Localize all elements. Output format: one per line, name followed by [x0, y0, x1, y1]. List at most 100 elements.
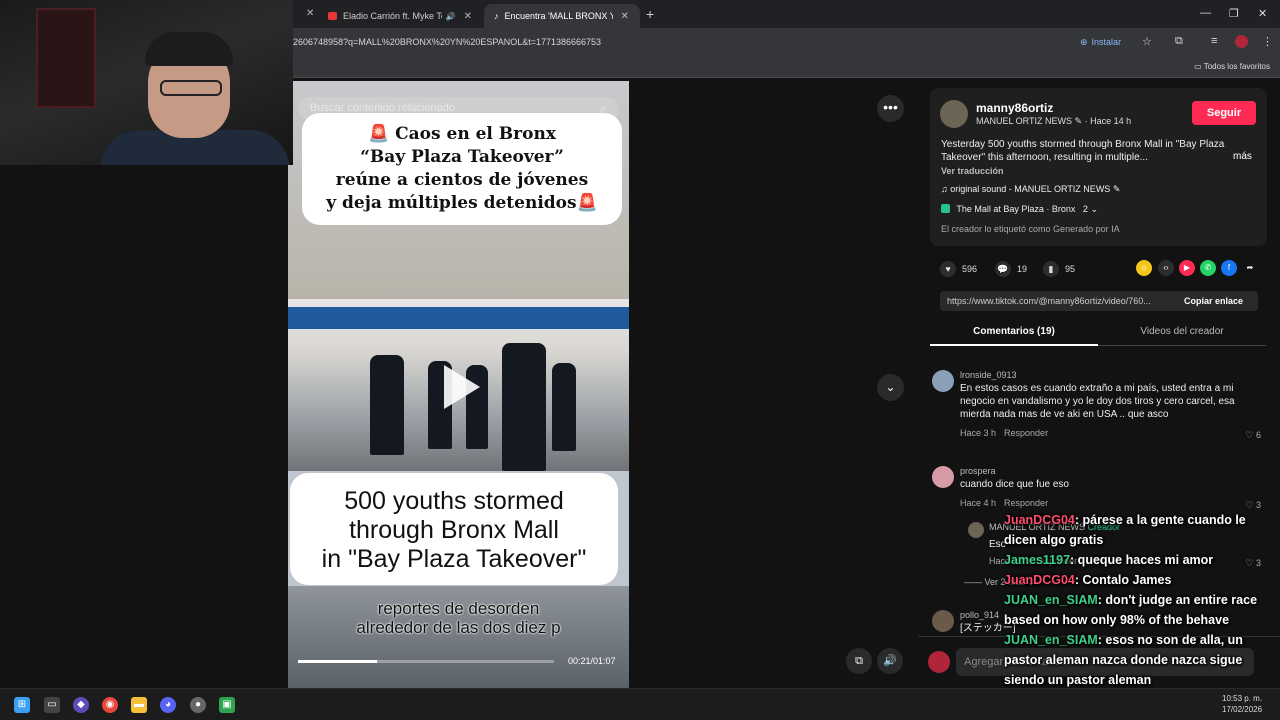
install-icon: ⊕: [1080, 36, 1088, 47]
close-tab-icon[interactable]: ✕: [464, 11, 472, 22]
playlist-icon[interactable]: ≡: [1211, 35, 1217, 47]
webcam-hair: [145, 32, 233, 66]
commenter-name[interactable]: prospera: [960, 466, 996, 476]
author-username[interactable]: manny86ortiz: [976, 101, 1053, 115]
new-tab-button[interactable]: +: [646, 6, 654, 22]
chrome-icon[interactable]: ◉: [102, 697, 118, 713]
headline-line: “Bay Plaza Takeover”: [360, 147, 564, 167]
comment-like[interactable]: ♡ 6: [1245, 430, 1261, 441]
send-icon[interactable]: ▶: [1179, 260, 1195, 276]
author-avatar[interactable]: [940, 100, 968, 128]
app-green-icon[interactable]: ▣: [219, 697, 235, 713]
save-button[interactable]: ▮ 95: [1043, 261, 1075, 277]
translate-link[interactable]: Ver traducción: [941, 166, 1004, 176]
favorites-folder[interactable]: ▭ Todos los favoritos: [1194, 62, 1270, 71]
search-placeholder: Buscar contenido relacionado: [310, 102, 455, 114]
play-icon[interactable]: [444, 365, 480, 409]
store-facade: [288, 307, 629, 329]
coin-icon[interactable]: ☺: [1136, 260, 1152, 276]
search-icon[interactable]: ⌕: [600, 101, 607, 116]
volume-icon[interactable]: 🔊: [877, 648, 903, 674]
sound-link[interactable]: ♫ original sound - MANUEL ORTIZ NEWS ✎: [941, 184, 1120, 195]
url-text[interactable]: 2606748958?q=MALL%20BRONX%20YN%20ESPANOL…: [293, 37, 601, 47]
bookmark-icon: ▮: [1043, 261, 1059, 277]
tab-encuentra[interactable]: ♪ Encuentra 'MALL BRONX YN ES ✕: [484, 4, 640, 28]
chat-message: JUAN_en_SIAM: esos no son de alla, un pa…: [1004, 630, 1280, 690]
english-headline-card: 500 youths stormed through Bronx Mall in…: [290, 473, 618, 585]
clock-time: 10:53 p. m.: [1222, 694, 1263, 703]
like-button[interactable]: ♥ 596: [940, 261, 977, 277]
stream-chat-overlay: JuanDCG04: párese a la gente cuando le d…: [1004, 510, 1280, 690]
floating-player-button[interactable]: ⧉: [846, 648, 872, 674]
whatsapp-icon[interactable]: ✆: [1200, 260, 1216, 276]
comment-button[interactable]: 💬 19: [995, 261, 1027, 277]
headline-line: reúne a cientos de jóvenes: [335, 170, 589, 190]
commenter-avatar[interactable]: [932, 466, 954, 488]
commenter-avatar[interactable]: [932, 370, 954, 392]
chat-message: JUAN_en_SIAM: don't judge an entire race…: [1004, 590, 1280, 630]
media-icon[interactable]: ⧉: [1175, 35, 1183, 48]
profile-avatar[interactable]: [1235, 35, 1248, 48]
maximize-icon[interactable]: ❐: [1229, 7, 1239, 20]
commenter-name[interactable]: pollo_914: [960, 610, 999, 620]
comment-item: prospera cuando dice que fue eso Hace 4 …: [932, 466, 1267, 516]
chat-message: JuanDCG04: Contalo James: [1004, 570, 1280, 590]
close-tab-icon[interactable]: ✕: [306, 8, 314, 19]
more-options-button[interactable]: •••: [877, 95, 904, 122]
video-time: 00:21/01:07: [568, 656, 616, 666]
install-button[interactable]: ⊕ Instalar: [1080, 34, 1121, 50]
share-icon[interactable]: ➦: [1242, 260, 1258, 276]
obs-icon[interactable]: ●: [190, 697, 206, 713]
discord-icon[interactable]: ◕: [160, 697, 176, 713]
next-video-button[interactable]: ⌄: [877, 374, 904, 401]
speaker-icon[interactable]: 🔊: [446, 12, 456, 21]
folder-icon: ▭: [1194, 62, 1202, 71]
share-link[interactable]: https://www.tiktok.com/@manny86ortiz/vid…: [947, 296, 1151, 306]
app-icon[interactable]: ◆: [73, 697, 89, 713]
tab-eladio[interactable]: Eladio Carrión ft. Myke Tow 🔊 ✕: [318, 4, 482, 28]
share-link-row: https://www.tiktok.com/@manny86ortiz/vid…: [940, 291, 1258, 311]
officer-figure: [502, 343, 546, 471]
caption-line: alrededor de las dos diez p: [356, 618, 561, 637]
close-window-icon[interactable]: ✕: [1258, 7, 1267, 20]
related-search-input[interactable]: Buscar contenido relacionado ⌕: [298, 97, 619, 121]
comment-item: lronside_0913 En estos casos es cuando e…: [932, 370, 1267, 450]
commenter-avatar[interactable]: [932, 610, 954, 632]
youtube-icon: [328, 12, 337, 20]
more-text-button[interactable]: más: [1233, 151, 1252, 162]
reply-button[interactable]: Responder: [1004, 428, 1048, 438]
copy-link-button[interactable]: Copiar enlace: [1184, 296, 1243, 306]
location-icon: [941, 204, 950, 213]
location-link[interactable]: The Mall at Bay Plaza · Bronx 2 ⌄: [941, 204, 1098, 215]
chevron-down-icon: ⌄: [1090, 204, 1098, 214]
music-note-icon: ♫: [941, 184, 951, 194]
tab-creator-videos[interactable]: Videos del creador: [1098, 322, 1266, 346]
post-description: Yesterday 500 youths stormed through Bro…: [941, 139, 1225, 163]
tab-comments[interactable]: Comentarios (19): [930, 322, 1098, 346]
install-label: Instalar: [1091, 37, 1122, 47]
minimize-icon[interactable]: —: [1200, 7, 1211, 19]
commenter-name[interactable]: lronside_0913: [960, 370, 1017, 380]
follow-button[interactable]: Seguir: [1192, 101, 1256, 125]
tab-label: Eladio Carrión ft. Myke Tow: [342, 11, 442, 21]
task-view-icon[interactable]: ▭: [44, 697, 60, 713]
close-tab-icon[interactable]: ✕: [621, 11, 629, 22]
creator-avatar[interactable]: [968, 522, 984, 538]
video-progress-fill: [298, 660, 378, 663]
star-icon[interactable]: ☆: [1142, 35, 1152, 48]
my-avatar: [928, 651, 950, 673]
menu-icon[interactable]: ⋮: [1262, 35, 1273, 48]
video-player[interactable]: 🚨 Caos en el Bronx “Bay Plaza Takeover” …: [288, 81, 629, 688]
file-explorer-icon[interactable]: ▬: [131, 697, 147, 713]
headline-line: y deja múltiples detenidos🚨: [326, 193, 598, 213]
comment-meta: Hace 4 h Responder: [960, 498, 1056, 508]
comment-like-count: 3: [1255, 500, 1261, 510]
reply-button[interactable]: Responder: [1004, 498, 1048, 508]
video-progress-bar[interactable]: [298, 660, 554, 663]
heart-outline-icon: ♡: [1245, 500, 1256, 510]
system-clock[interactable]: 10:53 p. m. 17/02/2026: [1222, 693, 1262, 715]
embed-icon[interactable]: ‹›: [1158, 260, 1174, 276]
chat-username: JuanDCG04: [1004, 573, 1075, 587]
facebook-icon[interactable]: f: [1221, 260, 1237, 276]
windows-start-icon[interactable]: ⊞: [14, 697, 30, 713]
